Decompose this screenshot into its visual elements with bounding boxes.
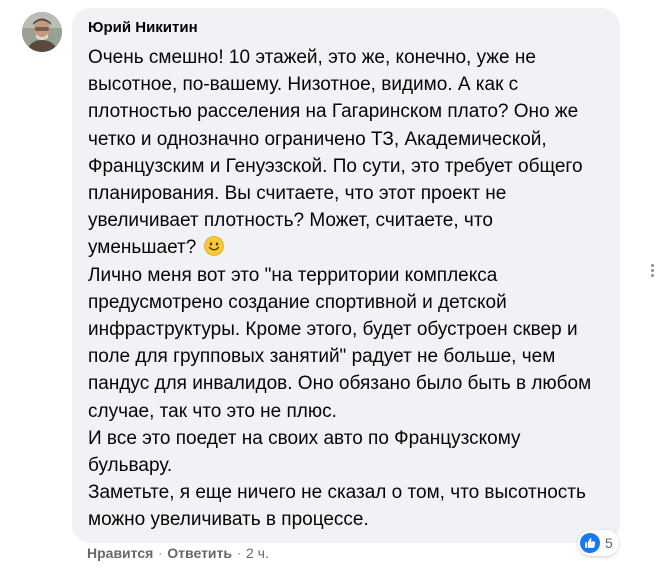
separator: · (237, 546, 241, 560)
comment-actions: Нравится · Ответить · 2 ч. (87, 544, 269, 562)
dot-icon (650, 269, 654, 272)
comment-text: Очень смешно! 10 этажей, это же, конечно… (88, 44, 606, 534)
comment: Юрий Никитин Очень смешно! 10 этажей, эт… (0, 0, 667, 571)
like-button[interactable]: Нравится (87, 544, 153, 562)
author-name[interactable]: Юрий Никитин (88, 18, 606, 38)
comment-bubble: Юрий Никитин Очень смешно! 10 этажей, эт… (72, 8, 620, 543)
thumbs-up-icon (580, 533, 600, 553)
more-options-button[interactable] (647, 262, 657, 282)
reaction-count: 5 (605, 535, 613, 551)
comment-paragraph: И все это поедет на своих авто по Францу… (88, 427, 521, 477)
reactions-summary[interactable]: 5 (578, 530, 619, 556)
dot-icon (650, 274, 654, 277)
avatar[interactable] (22, 12, 62, 52)
paragraph-text: Очень смешно! 10 этажей, это же, конечно… (88, 47, 583, 259)
separator: · (158, 546, 163, 560)
reply-button[interactable]: Ответить (167, 544, 232, 562)
avatar-photo (22, 12, 62, 52)
slightly-smiling-face-icon (203, 236, 224, 257)
comment-paragraph: Лично меня вот это "на территории компле… (88, 264, 592, 422)
timestamp[interactable]: 2 ч. (246, 544, 269, 562)
dot-icon (650, 264, 654, 267)
comment-paragraph: Заметьте, я еще ничего не сказал о том, … (88, 482, 586, 531)
comment-paragraph: Очень смешно! 10 этажей, это же, конечно… (88, 44, 606, 262)
